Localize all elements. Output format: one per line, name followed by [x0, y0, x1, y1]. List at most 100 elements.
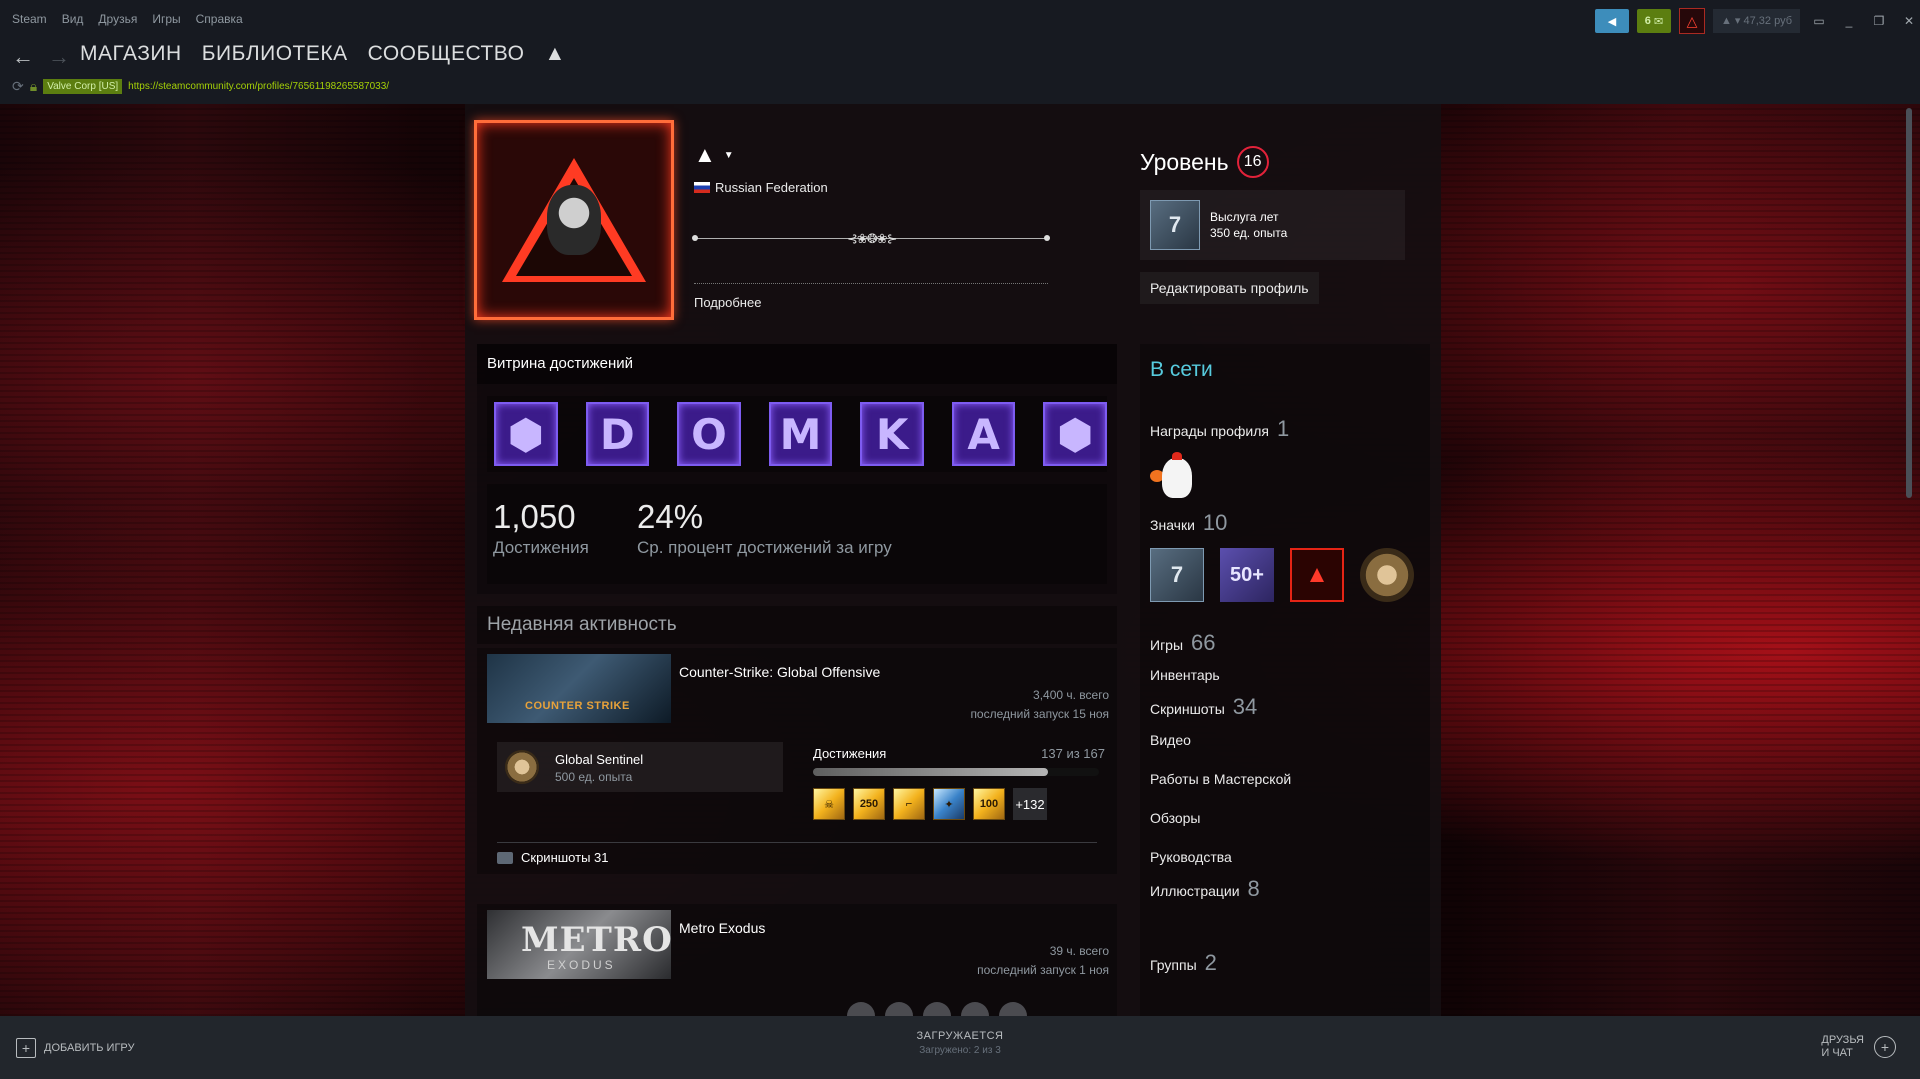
achievement-icon[interactable]: ✦ [933, 788, 965, 820]
certificate-badge[interactable]: Valve Corp [US] [43, 79, 123, 94]
sidebar-item-games[interactable]: Игры 66 [1150, 630, 1216, 656]
friends-chat-button[interactable]: ДРУЗЬЯ И ЧАТ + [1821, 1034, 1896, 1060]
achievement-icon[interactable]: 100 [973, 788, 1005, 820]
achievement-showcase: Витрина достижений ⬢ D O M K A ⬢ 1,050 Д… [477, 344, 1117, 594]
persona-name[interactable]: ▲ [694, 142, 716, 168]
nav-community[interactable]: СООБЩЕСТВО [368, 42, 525, 66]
showcase-achievement-3[interactable]: O [677, 402, 741, 466]
showcase-achievement-4[interactable]: M [768, 402, 833, 466]
recent-activity-title: Недавняя активность [477, 606, 1117, 644]
showcase-achievement-7[interactable]: ⬢ [1043, 402, 1108, 466]
achievement-icon[interactable] [999, 1002, 1027, 1016]
guides-label: Руководства [1150, 849, 1232, 865]
artwork-count: 8 [1247, 876, 1260, 901]
big-picture-icon[interactable]: ▭ [1808, 14, 1830, 28]
broadcast-button[interactable]: ◀ [1594, 9, 1629, 33]
workshop-label: Работы в Мастерской [1150, 771, 1292, 787]
more-achievements[interactable]: +132 [1013, 788, 1047, 820]
favorite-badge-title: Выслуга лет [1210, 210, 1279, 224]
showcase-achievement-1[interactable]: ⬢ [494, 402, 558, 466]
years-badge-icon[interactable]: 7 [1150, 548, 1204, 602]
sidebar-item-awards[interactable]: Награды профиля 1 [1150, 416, 1289, 442]
camera-icon [497, 851, 513, 864]
red-triangle-badge-icon[interactable]: ▲ [1290, 548, 1344, 602]
sidebar-item-reviews[interactable]: Обзоры [1150, 810, 1201, 826]
showcase-achievement-5[interactable]: K [860, 402, 924, 466]
wallet-balance[interactable]: ▲ ▾ 47,32 руб [1712, 9, 1800, 33]
profile-avatar[interactable] [474, 120, 674, 320]
recent-game-csgo: COUNTER STRIKE Counter-Strike: Global Of… [477, 648, 1117, 874]
level-badge[interactable]: 16 [1236, 146, 1269, 178]
edit-profile-button[interactable]: Редактировать профиль [1140, 272, 1319, 304]
avg-percent-value: 24% [637, 498, 704, 535]
user-avatar-small[interactable]: △ [1678, 8, 1705, 34]
favorite-badge[interactable]: 7 Выслуга лет 350 ед. опыта [1140, 190, 1405, 260]
download-status[interactable]: ЗАГРУЖАЕТСЯ Загружено: 2 из 3 [0, 1030, 1920, 1056]
achievement-icon[interactable] [847, 1002, 875, 1016]
games-50-badge-icon[interactable]: 50+ [1220, 548, 1274, 602]
achievement-icon[interactable] [885, 1002, 913, 1016]
achievements-link[interactable]: Достижения [813, 746, 886, 761]
add-friend-icon: + [1874, 1036, 1896, 1058]
favorite-badge-xp: 350 ед. опыта [1210, 226, 1288, 240]
refresh-icon[interactable]: ⟳ [12, 78, 24, 95]
nav-username[interactable]: ▲ [544, 42, 565, 66]
recent-activity: Недавняя активность COUNTER STRIKE Count… [477, 606, 1117, 1016]
close-icon[interactable]: ✕ [1898, 14, 1920, 28]
achievement-icon[interactable] [961, 1002, 989, 1016]
maximize-icon[interactable]: ❐ [1868, 14, 1890, 28]
showcase-achievement-6[interactable]: A [951, 402, 1016, 466]
main-nav: МАГАЗИН БИБЛИОТЕКА СООБЩЕСТВО ▲ [80, 42, 566, 66]
sidebar-item-guides[interactable]: Руководства [1150, 849, 1232, 865]
chevron-down-icon[interactable]: ▼ [724, 150, 734, 161]
sidebar-item-videos[interactable]: Видео [1150, 732, 1191, 748]
showcase-achievement-2[interactable]: D [585, 402, 650, 466]
menu-item-steam[interactable]: Steam [12, 12, 47, 26]
sidebar-item-artwork[interactable]: Иллюстрации 8 [1150, 876, 1260, 902]
sidebar-item-groups[interactable]: Группы 2 [1150, 950, 1217, 976]
nav-library[interactable]: БИБЛИОТЕКА [202, 42, 348, 66]
last-played: последний запуск 1 ноя [977, 963, 1109, 977]
profile-country: Russian Federation [694, 180, 828, 195]
groups-count: 2 [1204, 950, 1217, 975]
lock-icon: 🔒︎ [29, 78, 38, 94]
forward-arrow-icon[interactable]: → [48, 44, 70, 70]
achievement-icon[interactable]: ⌐ [893, 788, 925, 820]
nav-store[interactable]: МАГАЗИН [80, 42, 182, 66]
profile-page: ▲ ▼ Russian Federation ⊰❀❂❀⊱ Подробнее У… [0, 104, 1920, 1016]
global-sentinel-badge-icon[interactable] [1360, 548, 1414, 602]
menu-item-games[interactable]: Игры [152, 12, 180, 26]
game-badge[interactable]: Global Sentinel 500 ед. опыта [497, 742, 783, 792]
showcase-title: Витрина достижений [477, 344, 1117, 384]
page-scrollbar[interactable] [1906, 108, 1912, 498]
sidebar-item-workshop[interactable]: Работы в Мастерской [1150, 771, 1291, 787]
achievement-icon[interactable] [923, 1002, 951, 1016]
profile-award-icon[interactable] [1150, 452, 1202, 504]
sidebar-item-badges[interactable]: Значки 10 [1150, 510, 1227, 536]
back-arrow-icon[interactable]: ← [12, 44, 34, 70]
screenshots-link[interactable]: Скриншоты 31 [497, 850, 609, 865]
stat-achievements[interactable]: 1,050 Достижения [493, 498, 589, 558]
chat-label: И ЧАТ [1821, 1047, 1853, 1059]
achievement-progress-fill [813, 768, 1048, 776]
game-name[interactable]: Metro Exodus [679, 920, 765, 936]
sidebar-item-screenshots[interactable]: Скриншоты 34 [1150, 694, 1257, 720]
metro-capsule[interactable]: METRO EXODUS [487, 910, 672, 979]
game-name[interactable]: Counter-Strike: Global Offensive [679, 664, 880, 680]
url-address[interactable]: https://steamcommunity.com/profiles/7656… [128, 81, 389, 92]
achievement-icon[interactable]: ☠ [813, 788, 845, 820]
notifications-button[interactable]: 6 ✉ [1636, 9, 1671, 33]
sidebar-badges: 7 50+ ▲ [1150, 548, 1414, 602]
more-info-link[interactable]: Подробнее [694, 295, 761, 310]
showcase-stats: 1,050 Достижения 24% Ср. процент достиже… [487, 484, 1107, 584]
minimize-icon[interactable]: _ [1838, 14, 1860, 28]
menu-item-view[interactable]: Вид [62, 12, 84, 26]
russia-flag-icon [694, 182, 710, 193]
online-status: В сети [1150, 358, 1213, 381]
menu-item-friends[interactable]: Друзья [98, 12, 137, 26]
sidebar-item-inventory[interactable]: Инвентарь [1150, 667, 1220, 683]
csgo-capsule[interactable]: COUNTER STRIKE [487, 654, 671, 723]
menu-item-help[interactable]: Справка [196, 12, 243, 26]
achievement-icon[interactable]: 250 [853, 788, 885, 820]
badges-count: 10 [1202, 510, 1228, 535]
